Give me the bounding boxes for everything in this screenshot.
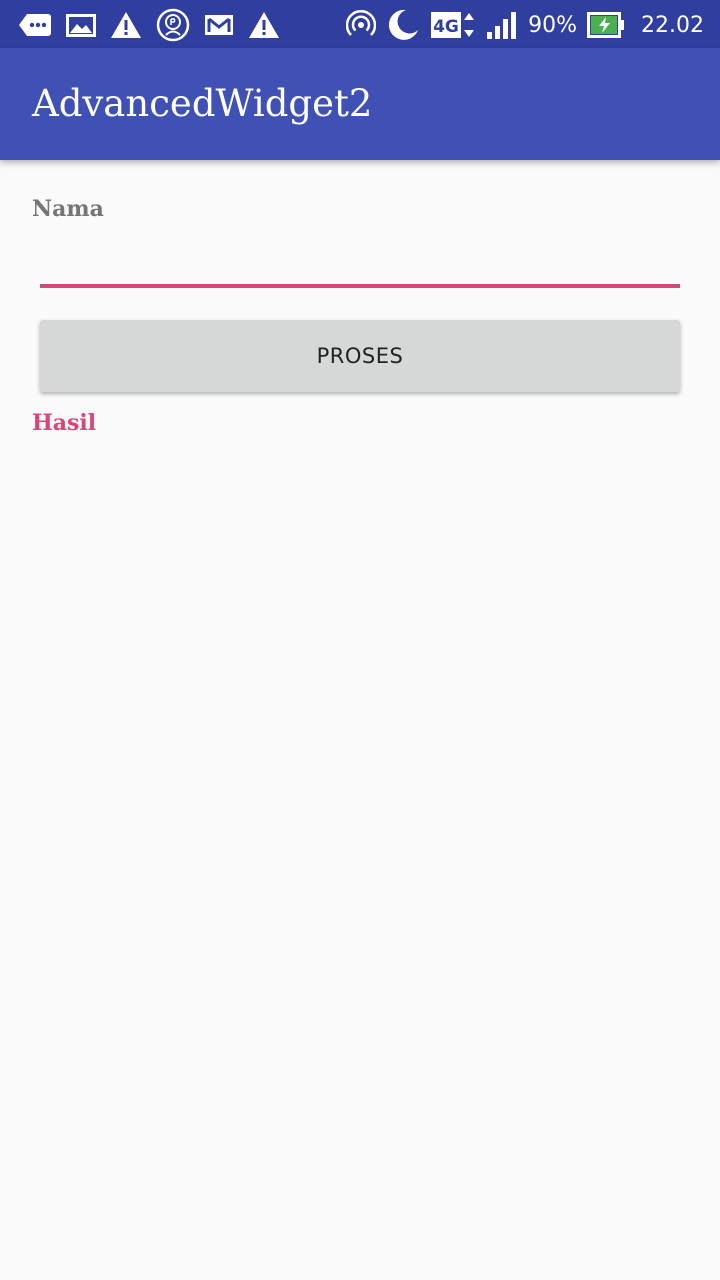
name-label: Nama [32,196,104,222]
status-bar: 4G 90% 22.02 [0,0,720,48]
name-input[interactable] [40,244,680,288]
result-text: Hasil [32,410,97,436]
moon-icon [386,8,420,42]
warning-icon [248,11,280,39]
rp-circle-icon [156,8,190,42]
gmail-icon [204,13,234,37]
network-type-label: 4G [433,17,459,37]
warning-icon [110,11,142,39]
app-title: AdvancedWidget2 [32,82,373,125]
image-icon [66,12,96,38]
notification-icons [18,8,294,42]
hotspot-icon [346,10,377,40]
battery-charging-icon [587,12,625,38]
proses-button[interactable]: PROSES [40,320,680,392]
clock: 22.02 [641,12,704,38]
signal-icon [486,10,520,40]
system-icons: 4G 90% 22.02 [336,8,704,42]
network-4g-icon: 4G [430,10,476,40]
app-bar: AdvancedWidget2 [0,48,720,160]
main-content: Nama PROSES Hasil [0,160,720,1280]
battery-percent: 90% [528,12,578,38]
chat-dots-icon [18,12,52,38]
